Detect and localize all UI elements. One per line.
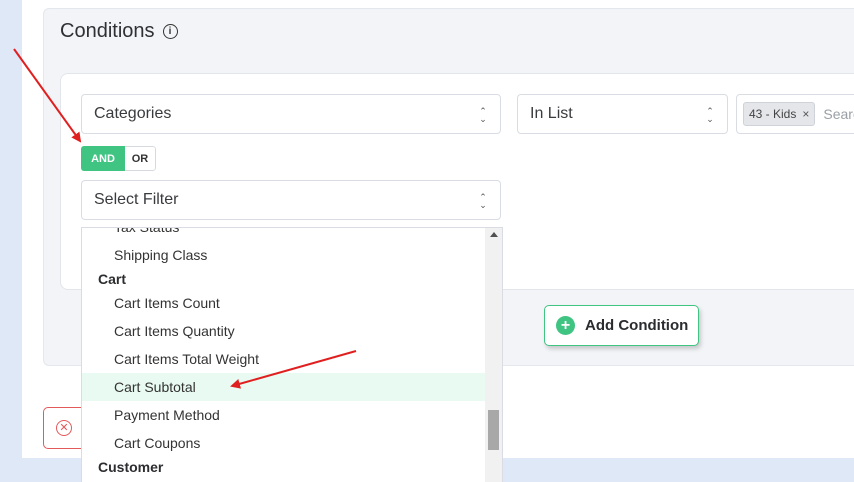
annotation-arrow-to-cart-subtotal	[230, 350, 357, 389]
annotation-arrow-to-and	[13, 48, 82, 143]
annotation-arrows	[13, 48, 357, 389]
